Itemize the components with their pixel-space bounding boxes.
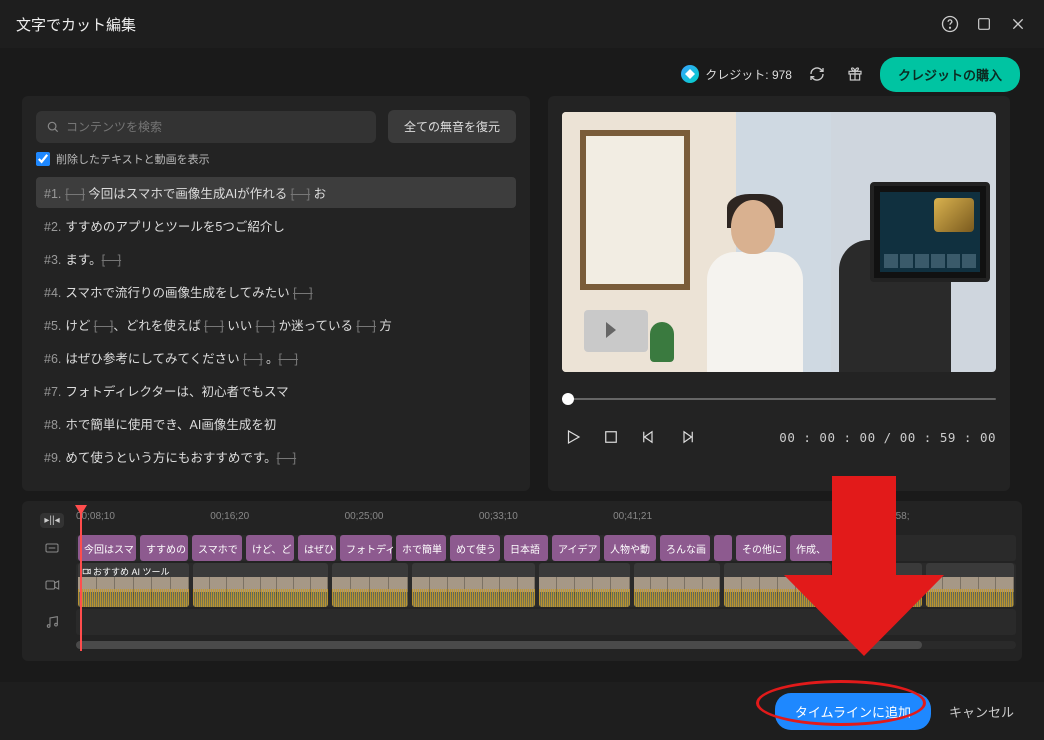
zoom-fit-button[interactable]: ▸||◂ <box>40 513 63 528</box>
video-track[interactable]: おすすめ AI ツール <box>76 563 1016 607</box>
transcript-row[interactable]: #6.はぜひ参考にしてみてください [---] 。[---] <box>36 342 516 373</box>
search-input[interactable] <box>66 120 366 134</box>
video-clip[interactable] <box>412 563 535 607</box>
ruler-tick: 00;16;20 <box>210 507 344 533</box>
video-clip[interactable] <box>835 563 921 607</box>
text-clip[interactable]: ホで簡単 <box>396 535 446 561</box>
ruler-tick: 00;58; <box>882 507 1016 533</box>
text-clip[interactable]: 日本語 <box>504 535 548 561</box>
transcript-row[interactable]: #5.けど [---]、どれを使えば [---] いい [---] か迷っている… <box>36 309 516 340</box>
time-display: 00 : 00 : 00 / 00 : 59 : 00 <box>779 430 996 445</box>
show-deleted-input[interactable] <box>36 152 50 166</box>
transcript-row[interactable]: #1.[---] 今回はスマホで画像生成AIが作れる [---] お <box>36 177 516 208</box>
text-clip[interactable]: アイデア <box>552 535 600 561</box>
audio-track[interactable] <box>76 609 1016 635</box>
add-to-timeline-button[interactable]: タイムラインに追加 <box>775 693 931 730</box>
timeline-scroll-thumb[interactable] <box>76 641 922 649</box>
search-box[interactable] <box>36 111 376 143</box>
ruler-tick <box>747 507 881 533</box>
text-clip[interactable]: スマホで <box>192 535 242 561</box>
timeline-scrollbar[interactable] <box>76 641 1016 649</box>
video-clip[interactable]: おすすめ AI ツール <box>78 563 189 607</box>
text-clip[interactable]: 今回はスマ <box>78 535 136 561</box>
buy-credits-button[interactable]: クレジットの購入 <box>880 57 1020 92</box>
video-track-icon <box>28 563 76 607</box>
text-clip[interactable]: 人物や動 <box>604 535 656 561</box>
video-clip[interactable] <box>724 563 831 607</box>
ruler-tick: 00;41;21 <box>613 507 747 533</box>
video-preview[interactable] <box>562 112 996 372</box>
video-clip[interactable] <box>332 563 409 607</box>
text-track[interactable]: 今回はスマすすめのスマホでけど、どはぜひフォトディホで簡単めて使う日本語アイデア… <box>76 535 1016 561</box>
transcript-row[interactable]: #7.フォトディレクターは、初心者でもスマ <box>36 375 516 406</box>
transcript-row[interactable]: #4.スマホで流行りの画像生成をしてみたい [---] <box>36 276 516 307</box>
transcript-row[interactable]: #8.ホで簡単に使用でき、AI画像生成を初 <box>36 408 516 439</box>
audio-clip[interactable] <box>332 609 409 635</box>
text-clip[interactable]: めて使う <box>450 535 500 561</box>
audio-track-icon <box>28 609 76 635</box>
audio-clip[interactable] <box>926 609 1014 635</box>
stop-icon[interactable] <box>600 426 622 448</box>
playhead[interactable] <box>80 507 82 651</box>
audio-clip[interactable] <box>634 609 720 635</box>
text-clip[interactable]: その他に <box>736 535 786 561</box>
text-clip[interactable]: ろんな画 <box>660 535 710 561</box>
close-icon[interactable] <box>1008 14 1028 34</box>
window-title: 文字でカット編集 <box>16 14 136 35</box>
timeline[interactable]: ▸||◂ 00;08;1000;16;2000;25;0000;33;1000;… <box>22 501 1022 661</box>
text-clip[interactable]: フォトディ <box>340 535 392 561</box>
text-track-icon <box>28 535 76 561</box>
ruler-tick: 00;25;00 <box>345 507 479 533</box>
transcript-row[interactable]: #2.すすめのアプリとツールを5つご紹介し <box>36 210 516 241</box>
audio-clip[interactable] <box>724 609 831 635</box>
transcript-list[interactable]: #1.[---] 今回はスマホで画像生成AIが作れる [---] お#2.すすめ… <box>36 177 516 481</box>
video-clip[interactable] <box>539 563 629 607</box>
restore-silence-button[interactable]: 全ての無音を復元 <box>388 110 516 143</box>
maximize-icon[interactable] <box>974 14 994 34</box>
transcript-row[interactable]: #10.日本語に対応しているので、思いついた <box>36 474 516 481</box>
audio-clip[interactable] <box>412 609 535 635</box>
transcript-row[interactable]: #3.ます。[---] <box>36 243 516 274</box>
audio-clip[interactable] <box>193 609 327 635</box>
refresh-icon[interactable] <box>804 61 830 87</box>
seek-knob[interactable] <box>562 393 574 405</box>
ruler-tick: 00;33;10 <box>479 507 613 533</box>
text-clip[interactable]: はぜひ <box>298 535 336 561</box>
gift-icon[interactable] <box>842 61 868 87</box>
prev-frame-icon[interactable] <box>638 426 660 448</box>
text-clip[interactable]: すすめの <box>140 535 188 561</box>
cancel-button[interactable]: キャンセル <box>949 702 1014 721</box>
video-clip[interactable] <box>193 563 327 607</box>
audio-clip[interactable] <box>539 609 629 635</box>
ruler-tick: 00;08;10 <box>76 507 210 533</box>
play-icon[interactable] <box>562 426 584 448</box>
text-clip[interactable]: 作成、 <box>790 535 834 561</box>
search-icon <box>46 120 60 134</box>
text-clip[interactable] <box>714 535 732 561</box>
next-frame-icon[interactable] <box>676 426 698 448</box>
audio-clip[interactable] <box>78 609 189 635</box>
video-clip[interactable] <box>634 563 720 607</box>
video-clip[interactable] <box>926 563 1014 607</box>
credits-badge: クレジット: 978 <box>681 65 792 83</box>
transcript-row[interactable]: #9.めて使うという方にもおすすめです。[---] <box>36 441 516 472</box>
show-deleted-checkbox[interactable]: 削除したテキストと動画を表示 <box>36 151 516 167</box>
help-icon[interactable] <box>940 14 960 34</box>
show-deleted-label: 削除したテキストと動画を表示 <box>56 151 210 167</box>
diamond-icon <box>681 65 699 83</box>
credits-label: クレジット: 978 <box>705 66 792 83</box>
seek-bar[interactable] <box>562 398 996 400</box>
text-clip[interactable]: けど、ど <box>246 535 294 561</box>
audio-clip[interactable] <box>835 609 921 635</box>
